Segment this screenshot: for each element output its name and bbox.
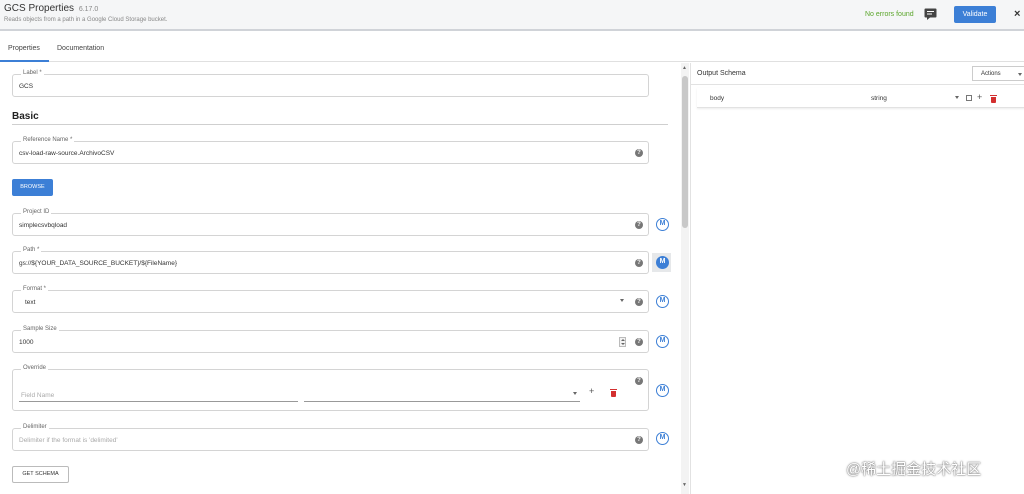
watermark-text: @稀土掘金技术社区 [846,461,982,478]
format-value[interactable]: text [25,299,35,306]
active-tab-indicator [0,60,49,62]
override-label: Override [21,365,49,371]
section-title-basic: Basic [12,111,39,122]
project-id-label: Project ID [21,209,52,215]
actions-dropdown[interactable]: Actions [972,66,1024,81]
sample-size-value[interactable]: 1000 [19,339,33,346]
help-icon[interactable]: ? [635,221,643,229]
tab-properties[interactable]: Properties [8,45,40,52]
scrollbar-thumb[interactable] [682,76,688,228]
section-divider [12,124,668,125]
nullable-checkbox[interactable] [966,95,972,101]
help-icon[interactable]: ? [635,338,643,346]
help-icon[interactable]: ? [635,436,643,444]
macro-icon[interactable]: M [656,384,669,397]
label-field[interactable]: Label * GCS [12,70,649,97]
field-name-input[interactable]: Field Name [21,392,54,399]
scroll-down-arrow-icon[interactable]: ▼ [682,482,687,488]
sample-size-label: Sample Size [21,326,59,332]
output-schema-panel: Output Schema Actions body string + [690,63,1024,494]
delimiter-label: Delimiter [21,424,49,430]
path-label: Path * [21,247,42,253]
macro-icon[interactable]: M [656,335,669,348]
scroll-up-arrow-icon[interactable]: ▲ [682,65,687,71]
path-field[interactable]: Path * gs://${YOUR_DATA_SOURCE_BUCKET}/$… [12,247,649,274]
tab-bar: Properties Documentation [0,38,1024,62]
project-id-field[interactable]: Project ID simplecsvbqload ? [12,209,649,236]
plugin-description: Reads objects from a path in a Google Cl… [4,17,168,23]
plugin-version: 6.17.0 [78,6,99,13]
get-schema-button[interactable]: GET SCHEMA [12,466,69,483]
reference-name-label: Reference Name * [21,137,75,143]
sample-size-field[interactable]: Sample Size 1000 ? [12,326,649,353]
project-id-value[interactable]: simplecsvbqload [19,222,67,229]
reference-name-value[interactable]: csv-load-raw-source.ArchivoCSV [19,150,114,157]
label-field-value[interactable]: GCS [19,83,33,90]
help-icon[interactable]: ? [635,149,643,157]
format-label: Format * [21,286,49,292]
macro-icon[interactable]: M [656,256,669,269]
plus-icon[interactable]: + [977,92,982,102]
help-icon[interactable]: ? [635,298,643,306]
close-icon[interactable]: × [1014,8,1020,20]
trash-icon[interactable] [610,389,617,397]
validation-status: No errors found [865,11,914,18]
help-icon[interactable]: ? [635,259,643,267]
delimiter-field[interactable]: Delimiter Delimiter if the format is 'de… [12,424,649,451]
output-schema-divider [691,84,1024,85]
plus-icon[interactable]: + [589,386,594,396]
chevron-down-icon[interactable] [955,96,959,99]
actions-label: Actions [981,71,1001,77]
browse-button[interactable]: BROWSE [12,179,53,196]
macro-icon[interactable]: M [656,295,669,308]
format-select[interactable]: Format * text ? [12,286,649,313]
schema-field-type[interactable]: string [871,95,887,102]
field-type-underline [304,401,580,402]
properties-header: GCS Properties 6.17.0 Reads objects from… [0,0,1024,31]
path-value[interactable]: gs://${YOUR_DATA_SOURCE_BUCKET}/${FileNa… [19,260,177,267]
trash-icon[interactable] [990,95,997,103]
comment-icon[interactable] [924,8,937,20]
plugin-title-text: GCS Properties [4,3,75,14]
plugin-title: GCS Properties 6.17.0 [4,3,98,14]
macro-icon[interactable]: M [656,432,669,445]
output-schema-title: Output Schema [697,70,746,77]
number-stepper[interactable] [619,337,626,347]
chevron-down-icon[interactable] [573,392,577,395]
tab-documentation[interactable]: Documentation [57,45,104,52]
field-name-underline [19,401,298,402]
delimiter-input[interactable]: Delimiter if the format is 'delimited' [19,437,118,444]
chevron-down-icon[interactable] [1018,73,1022,76]
schema-row: body string + [697,88,1024,108]
label-field-label: Label * [21,70,44,76]
schema-field-name[interactable]: body [710,95,724,102]
help-icon[interactable]: ? [635,377,643,385]
chevron-down-icon[interactable] [620,299,624,302]
override-field: Override Field Name + ? [12,365,649,411]
reference-name-field[interactable]: Reference Name * csv-load-raw-source.Arc… [12,137,649,164]
validate-button[interactable]: Validate [954,6,996,23]
macro-icon[interactable]: M [656,218,669,231]
